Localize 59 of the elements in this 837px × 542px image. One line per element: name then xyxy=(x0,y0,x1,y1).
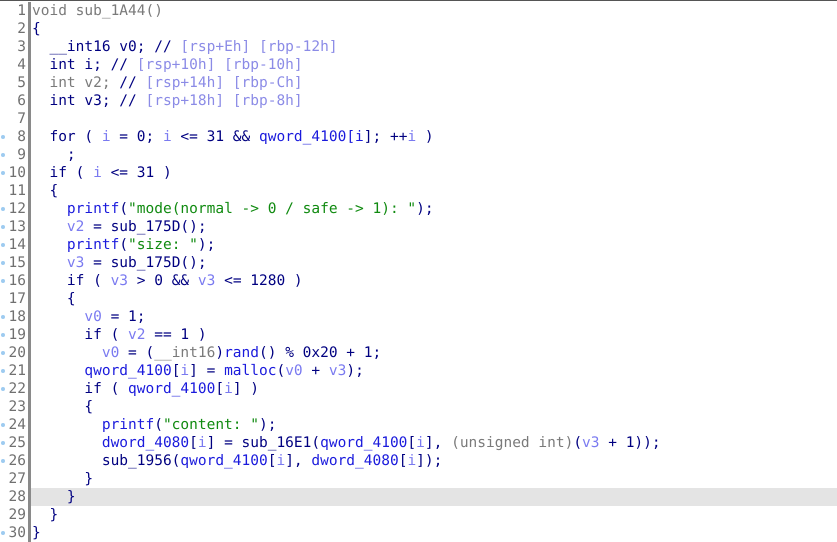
code-line: sub_1956(qword_4100[i], dword_4080[i]); xyxy=(100,452,442,470)
line-number: 12 xyxy=(8,200,26,218)
line-number: 10 xyxy=(8,164,26,182)
line-number: 2 xyxy=(17,20,26,38)
code-line: } xyxy=(83,470,94,488)
line-number: 25 xyxy=(8,434,26,452)
line-number: 13 xyxy=(8,218,26,236)
line-number: 30 xyxy=(8,524,26,542)
code-line: } xyxy=(32,524,41,542)
code-line: if ( v3 > 0 && v3 <= 1280 ) xyxy=(66,272,303,290)
code-line: { xyxy=(48,182,58,200)
line-number: 4 xyxy=(17,56,26,74)
code-line: for ( i = 0; i <= 31 && qword_4100[i]; ++i ) xyxy=(48,128,434,146)
code-line: int v2; // [rsp+14h] [rbp-Ch] xyxy=(48,74,303,92)
code-line: } xyxy=(66,488,76,506)
line-number: 8 xyxy=(17,128,26,146)
code-line: printf("content: "); xyxy=(100,416,276,434)
line-number: 23 xyxy=(8,398,26,416)
line-number: 26 xyxy=(8,452,26,470)
line-number: 17 xyxy=(8,290,26,308)
line-number: 24 xyxy=(8,416,26,434)
line-number: 1 xyxy=(17,2,26,20)
code-line: void sub_1A44() xyxy=(32,2,163,20)
line-number: 11 xyxy=(8,182,26,200)
line-number: 22 xyxy=(8,380,26,398)
code-line: dword_4080[i] = sub_16E1(qword_4100[i], (unsigned int)(v3 + 1)); xyxy=(100,434,661,452)
line-number: 27 xyxy=(8,470,26,488)
code-line: } xyxy=(48,506,58,524)
line-number: 16 xyxy=(8,272,26,290)
line-number: 15 xyxy=(8,254,26,272)
line-number: 6 xyxy=(17,92,26,110)
code-line: { xyxy=(66,290,76,308)
line-number: 28 xyxy=(8,488,26,506)
line-number: 9 xyxy=(17,146,26,164)
line-number: 5 xyxy=(17,74,26,92)
line-number: 29 xyxy=(8,506,26,524)
code-line: if ( i <= 31 ) xyxy=(48,164,172,182)
code-line: v0 = (__int16)rand() % 0x20 + 1; xyxy=(100,344,382,362)
code-line: int v3; // [rsp+18h] [rbp-8h] xyxy=(48,92,303,110)
code-line: ; xyxy=(66,146,76,164)
code-line: printf("size: "); xyxy=(66,236,216,254)
line-number: 19 xyxy=(8,326,26,344)
code-line: if ( v2 == 1 ) xyxy=(83,326,207,344)
line-number: 7 xyxy=(17,110,26,128)
code-line: { xyxy=(32,20,41,38)
line-number: 21 xyxy=(8,362,26,380)
code-line: v0 = 1; xyxy=(83,308,146,326)
code-line: printf("mode(normal -> 0 / safe -> 1): "); xyxy=(66,200,434,218)
code-line: qword_4100[i] = malloc(v0 + v3); xyxy=(83,362,364,380)
line-number: 3 xyxy=(17,38,26,56)
code-line: v2 = sub_175D(); xyxy=(66,218,207,236)
code-line: if ( qword_4100[i] ) xyxy=(83,380,260,398)
code-line: int i; // [rsp+10h] [rbp-10h] xyxy=(48,56,303,74)
line-number: 14 xyxy=(8,236,26,254)
code-line: __int16 v0; // [rsp+Eh] [rbp-12h] xyxy=(48,38,338,56)
code-line: { xyxy=(83,398,94,416)
line-number: 18 xyxy=(8,308,26,326)
code-line: v3 = sub_175D(); xyxy=(66,254,207,272)
line-number: 20 xyxy=(8,344,26,362)
